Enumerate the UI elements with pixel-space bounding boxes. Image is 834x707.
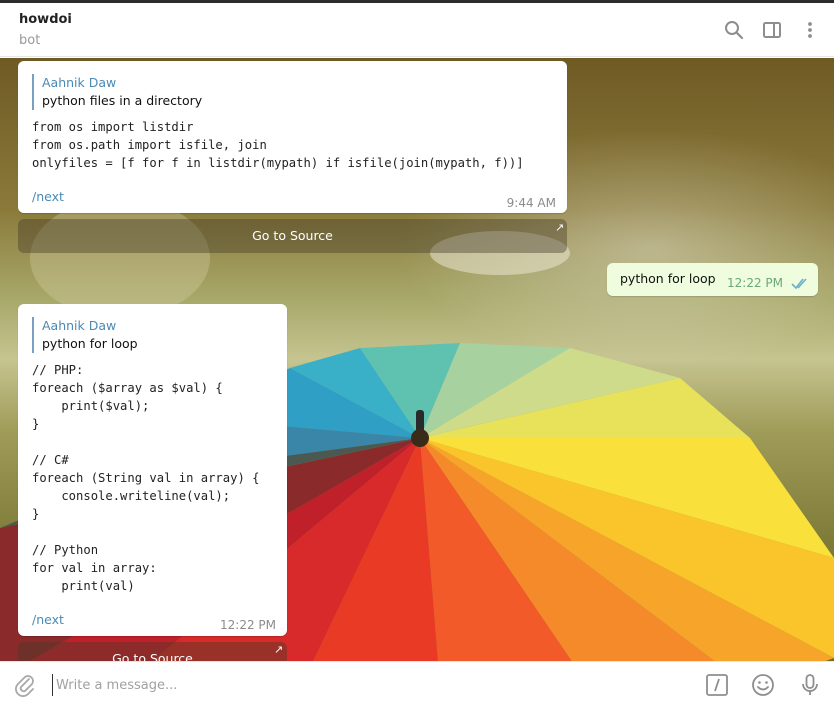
sidebar-toggle-icon[interactable] xyxy=(761,19,783,41)
search-icon[interactable] xyxy=(723,19,745,41)
message-composer xyxy=(0,661,834,707)
reply-author: Aahnik Daw xyxy=(42,75,117,90)
reply-quote[interactable]: Aahnik Daw python for loop xyxy=(32,317,138,353)
reply-text: python files in a directory xyxy=(42,93,203,108)
go-to-source-button[interactable]: Go to Source xyxy=(18,642,287,661)
go-to-source-button[interactable]: Go to Source xyxy=(18,219,567,253)
code-block: from os import listdir from os.path impo… xyxy=(32,120,524,170)
message-time: 12:22 PM xyxy=(220,618,276,632)
message-time: 12:22 PM xyxy=(727,276,783,290)
external-link-icon: ↗ xyxy=(274,643,284,656)
outgoing-message[interactable]: python for loop 12:22 PM xyxy=(607,263,818,296)
code-block: // PHP: foreach ($array as $val) { print… xyxy=(32,363,260,593)
button-label: Go to Source xyxy=(252,228,333,243)
reply-quote[interactable]: Aahnik Daw python files in a directory xyxy=(32,74,202,110)
button-label: Go to Source xyxy=(112,651,193,661)
chat-header: howdoi bot xyxy=(0,3,834,57)
bot-command-icon[interactable] xyxy=(704,672,730,698)
incoming-message[interactable]: Aahnik Daw python files in a directory f… xyxy=(18,61,567,213)
double-check-icon xyxy=(791,275,811,290)
chat-subtitle: bot xyxy=(19,33,41,48)
chat-title[interactable]: howdoi xyxy=(19,12,72,27)
reply-author: Aahnik Daw xyxy=(42,318,117,333)
message-text: python for loop xyxy=(620,271,716,286)
next-command-link[interactable]: /next xyxy=(32,189,64,204)
reply-text: python for loop xyxy=(42,336,138,351)
more-vertical-icon[interactable] xyxy=(799,19,821,41)
message-time: 9:44 AM xyxy=(506,196,556,210)
incoming-message[interactable]: Aahnik Daw python for loop // PHP: forea… xyxy=(18,304,287,636)
microphone-icon[interactable] xyxy=(797,672,823,698)
next-command-link[interactable]: /next xyxy=(32,612,64,627)
chat-area[interactable]: Aahnik Daw python files in a directory f… xyxy=(0,58,834,661)
message-input[interactable] xyxy=(52,674,652,696)
external-link-icon: ↗ xyxy=(555,221,565,234)
emoji-icon[interactable] xyxy=(750,672,776,698)
attach-icon[interactable] xyxy=(12,672,38,698)
